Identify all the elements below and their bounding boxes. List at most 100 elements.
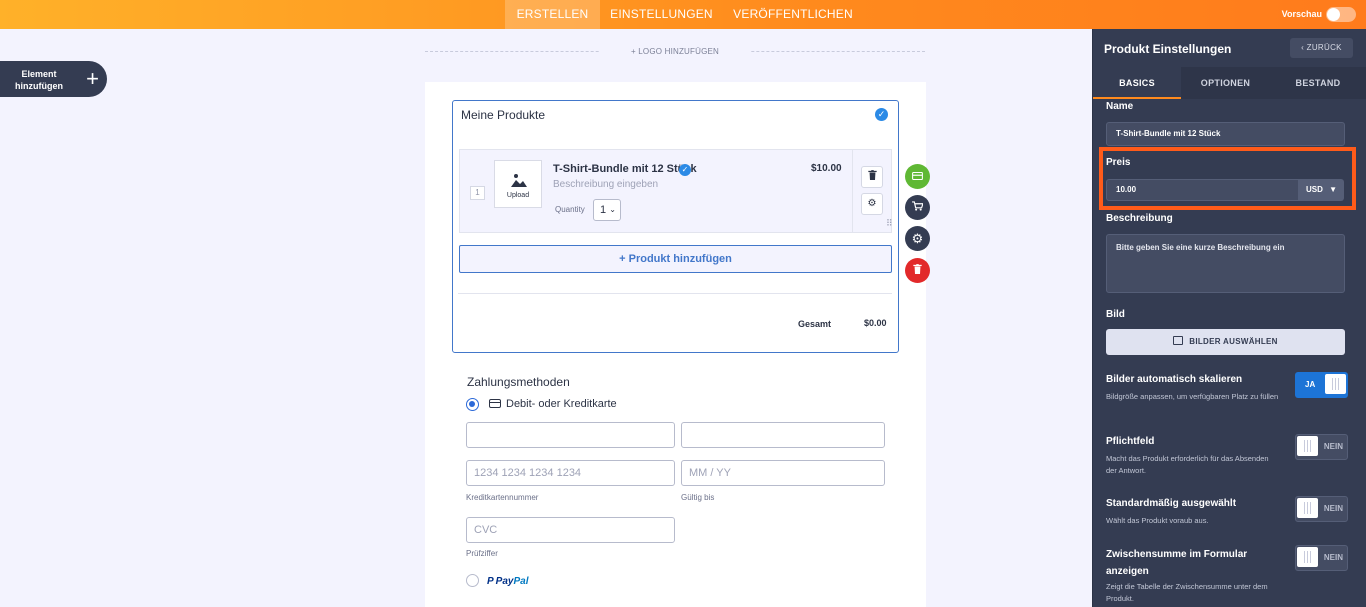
item-settings-button[interactable]: ⚙ [861, 193, 883, 215]
card-number-input[interactable]: 1234 1234 1234 1234 [466, 460, 675, 486]
trash-icon [913, 264, 922, 274]
toggle-state: JA [1305, 380, 1316, 389]
toggle-state: NEIN [1323, 504, 1343, 513]
setting-label: Standardmäßig ausgewählt [1106, 498, 1237, 509]
cvc-label: Prüfziffer [466, 549, 498, 558]
setting-label: Pflichtfeld [1106, 436, 1155, 447]
toggle-handle [1325, 374, 1346, 394]
cart-button[interactable] [905, 195, 930, 220]
gear-icon: ⚙ [867, 198, 877, 209]
check-icon: ✓ [875, 108, 888, 121]
total-label: Gesamt [798, 319, 832, 329]
back-label: ZURÜCK [1306, 43, 1342, 52]
edit-check-icon: ✓ [679, 164, 691, 176]
select-images-button[interactable]: BILDER AUSWÄHLEN [1106, 329, 1345, 355]
upload-label: Upload [506, 192, 530, 199]
tab-einstellungen[interactable]: EINSTELLUNGEN [605, 0, 718, 29]
delete-item-button[interactable] [861, 166, 883, 188]
card-radio[interactable] [466, 398, 479, 411]
tab-bestand[interactable]: BESTAND [1270, 67, 1366, 99]
setting-description: Wählt das Produkt voraub aus. [1106, 516, 1209, 525]
image-label: Bild [1106, 309, 1125, 320]
cardholder-first-input[interactable] [466, 422, 675, 448]
preview-toggle[interactable] [1326, 7, 1356, 22]
payment-settings-button[interactable] [905, 164, 930, 189]
quantity-select[interactable]: 1 ⌄ [593, 199, 621, 221]
cart-icon [912, 201, 924, 211]
paypal-pay: Pay [495, 576, 514, 587]
product-description[interactable]: Beschreibung eingeben [553, 179, 658, 190]
toggle-knob [1327, 8, 1340, 21]
add-logo-link[interactable]: + LOGO HINZUFÜGEN [600, 47, 750, 56]
credit-card-icon [489, 399, 501, 408]
paypal-radio[interactable] [466, 574, 479, 587]
expiry-label: Gültig bis [681, 493, 715, 502]
subtotal-toggle[interactable]: NEIN [1295, 545, 1348, 571]
setting-description: Macht das Produkt erforderlich für das A… [1106, 454, 1269, 475]
setting-label: Zwischensumme im Formular anzeigen [1106, 549, 1248, 577]
product-name[interactable]: T-Shirt-Bundle mit 12 Stück [553, 163, 697, 175]
plus-icon: + [86, 66, 99, 91]
trash-icon [867, 170, 877, 180]
caret-down-icon: ▼ [1329, 185, 1337, 194]
item-index: 1 [470, 186, 485, 200]
cvc-input[interactable]: CVC [466, 517, 675, 543]
upload-image-box[interactable]: Upload [494, 160, 542, 208]
description-textarea[interactable]: Bitte geben Sie eine kurze Beschreibung … [1106, 234, 1345, 293]
name-input[interactable]: T-Shirt-Bundle mit 12 Stück [1106, 122, 1345, 146]
total-value: $0.00 [864, 318, 887, 328]
payment-methods-title: Zahlungsmethoden [467, 375, 570, 389]
add-element-label: Element hinzufügen [15, 69, 63, 91]
setting-description: Zeigt die Tabelle der Zwischensumme unte… [1106, 582, 1268, 603]
product-widget-title: Meine Produkte [461, 108, 546, 122]
required-toggle[interactable]: NEIN [1295, 434, 1348, 460]
toggle-handle [1297, 498, 1318, 518]
currency-value: USD [1306, 185, 1323, 194]
setting-description: Bildgröße anpassen, um verfügbaren Platz… [1106, 392, 1279, 401]
card-number-label: Kreditkartennummer [466, 493, 539, 502]
tab-optionen[interactable]: OPTIONEN [1181, 67, 1270, 99]
toggle-handle [1297, 547, 1318, 567]
delete-widget-button[interactable] [905, 258, 930, 283]
paypal-pal: Pal [513, 576, 529, 587]
toggle-state: NEIN [1323, 442, 1343, 451]
tab-veroeffentlichen[interactable]: VERÖFFENTLICHEN [728, 0, 858, 29]
paypal-logo: P PayPal [487, 576, 528, 587]
quantity-label: Quantity [555, 205, 585, 214]
product-price: $10.00 [811, 163, 842, 174]
item-divider [852, 150, 853, 232]
images-icon [1173, 336, 1184, 345]
gear-icon: ⚙ [911, 231, 924, 246]
quantity-value: 1 [600, 204, 607, 216]
tab-erstellen[interactable]: ERSTELLEN [505, 0, 600, 29]
radio-dot [469, 401, 475, 407]
credit-card-icon [912, 171, 923, 181]
select-images-label: BILDER AUSWÄHLEN [1189, 337, 1278, 346]
properties-button[interactable]: ⚙ [905, 226, 930, 251]
total-divider [458, 293, 892, 294]
cardholder-last-input[interactable] [681, 422, 885, 448]
auto-scale-toggle[interactable]: JA [1295, 372, 1348, 398]
price-label: Preis [1106, 157, 1131, 168]
toggle-state: NEIN [1323, 553, 1343, 562]
top-bar: ERSTELLEN EINSTELLUNGEN VERÖFFENTLICHEN … [0, 0, 1366, 29]
chevron-down-icon: ⌄ [609, 205, 616, 214]
description-label: Beschreibung [1106, 213, 1173, 224]
back-button[interactable]: ‹ ZURÜCK [1290, 38, 1353, 58]
add-element-button[interactable]: Element hinzufügen + [0, 61, 107, 97]
price-input[interactable]: 10.00 [1106, 179, 1299, 201]
card-option-label: Debit- oder Kreditkarte [506, 398, 617, 410]
paypal-p-icon: P [487, 576, 494, 587]
tab-basics[interactable]: BASICS [1093, 67, 1181, 99]
expiry-input[interactable]: MM / YY [681, 460, 885, 486]
panel-title: Produkt Einstellungen [1104, 42, 1232, 56]
panel-tabs: BASICS OPTIONEN BESTAND [1093, 67, 1366, 99]
name-label: Name [1106, 101, 1134, 112]
toggle-handle [1297, 436, 1318, 456]
default-selected-toggle[interactable]: NEIN [1295, 496, 1348, 522]
drag-handle-icon[interactable]: ⠿ [886, 219, 893, 228]
add-product-button[interactable]: + Produkt hinzufügen [459, 245, 892, 273]
currency-select[interactable]: USD ▼ [1298, 179, 1344, 201]
preview-label: Vorschau [1281, 9, 1322, 19]
image-icon [511, 174, 527, 187]
